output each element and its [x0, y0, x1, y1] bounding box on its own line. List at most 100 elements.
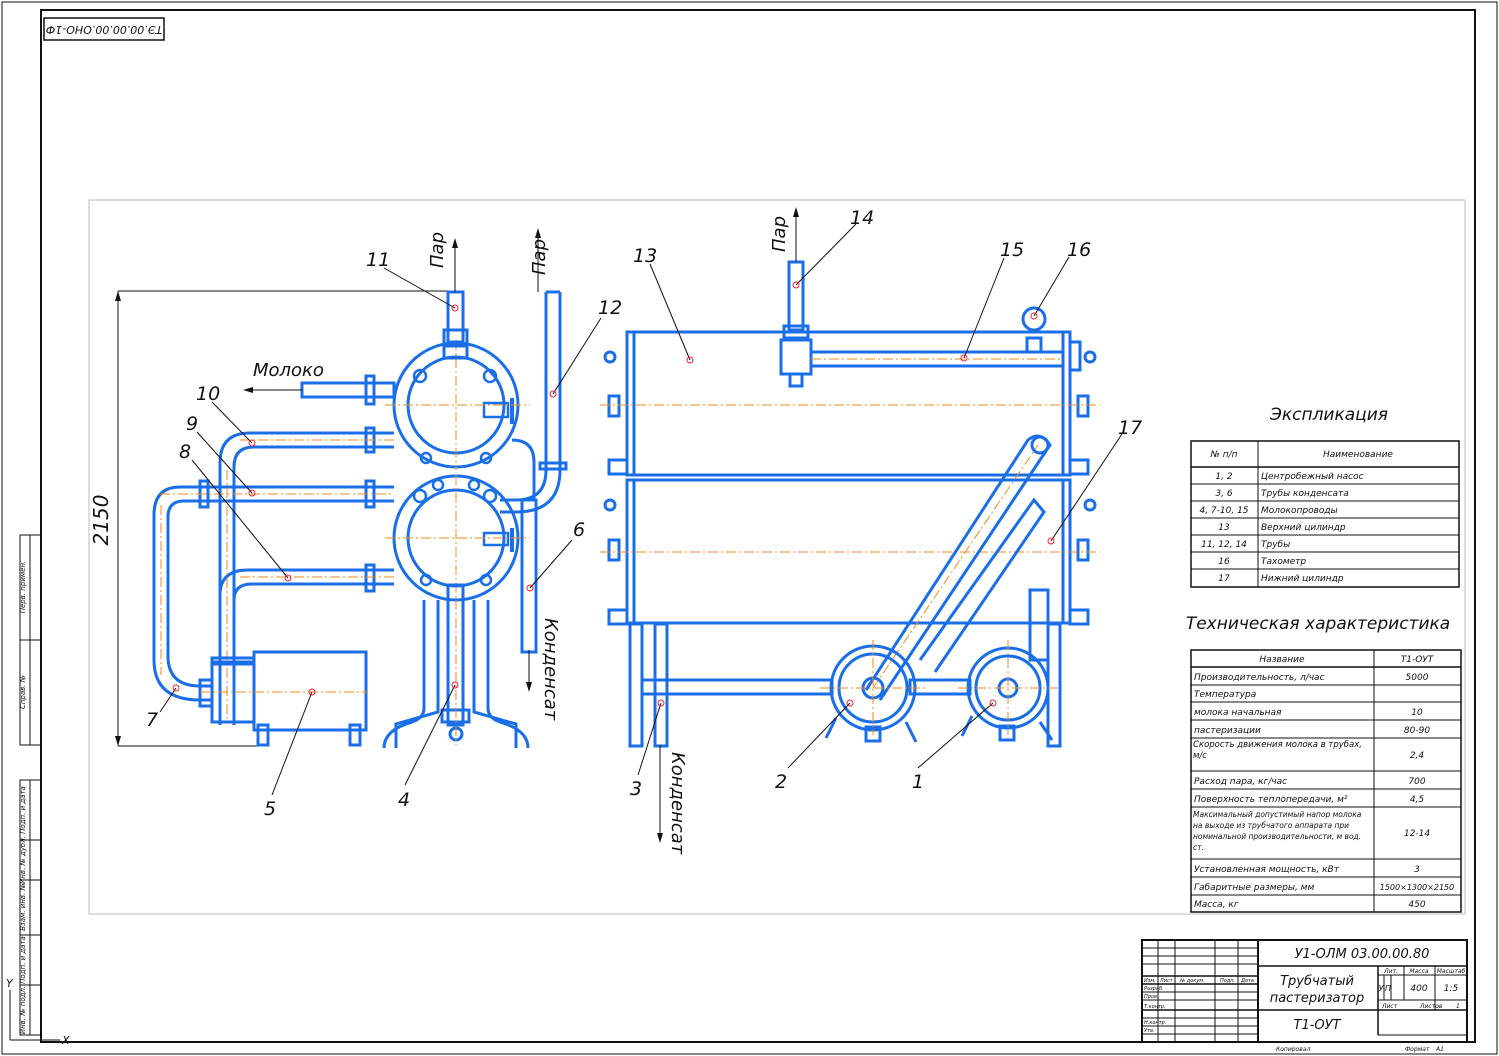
explication-cell: Трубы — [1261, 540, 1290, 550]
steam-label: Пар — [427, 232, 448, 268]
explication-title: Экспликация — [1269, 405, 1388, 425]
title-role: № докум. — [1179, 978, 1205, 984]
explication-table: Экспликация № п/п Наименование 1, 2 Цент… — [1190, 405, 1460, 588]
title-role: Подп. — [1220, 978, 1235, 984]
end-view: 2150 — [89, 228, 568, 749]
specs-cell: 5000 — [1406, 673, 1429, 683]
specs-cell: 1500×1300×2150 — [1380, 883, 1454, 892]
title-role: Лист — [1159, 978, 1174, 984]
explication-cell: 13 — [1218, 523, 1230, 533]
specs-cell: 4,5 — [1410, 795, 1425, 805]
callout-16: 16 — [1067, 239, 1091, 261]
title-header: Листов — [1419, 1003, 1443, 1010]
explication-cell: Тахометр — [1261, 557, 1306, 567]
title-value: 400 — [1410, 984, 1427, 994]
side-label: Подп. и дата — [19, 936, 27, 984]
specs-cell: Максимальный допустимый напор молока на … — [1193, 810, 1362, 852]
callout-15: 15 — [1000, 239, 1024, 261]
specs-cell: Масса, кг — [1194, 900, 1239, 910]
axis-y-label: Y — [6, 977, 14, 990]
explication-header: Наименование — [1323, 450, 1393, 460]
explication-cell: Трубы конденсата — [1261, 489, 1349, 499]
specs-cell: Производительность, л/час — [1194, 673, 1325, 683]
side-label: Подп. и дата — [19, 786, 27, 834]
specs-title: Техническая характеристика — [1186, 614, 1450, 634]
explication-cell: Нижний цилиндр — [1261, 574, 1344, 584]
milk-label: Молоко — [253, 360, 324, 381]
steam-label: Пар — [769, 216, 790, 252]
title-header: Масса — [1409, 968, 1428, 975]
callout-12: 12 — [598, 297, 622, 319]
explication-cell: 16 — [1218, 557, 1230, 567]
explication-cell: Центробежный насос — [1261, 472, 1364, 482]
title-header: Масштаб — [1437, 968, 1466, 975]
specs-cell: Установленная мощность, кВт — [1194, 865, 1340, 875]
specs-header: Т1-ОУТ — [1401, 655, 1435, 665]
callout-7: 7 — [146, 709, 158, 731]
drawing-code: У1-ОЛМ 03.00.00.80 — [1295, 947, 1430, 962]
title-role: Пров. — [1144, 994, 1159, 1000]
specs-table: Техническая характеристика Название Т1-О… — [1186, 614, 1462, 913]
title-block: Изм. Лист № докум. Подп. Дата Разраб. Пр… — [1141, 939, 1468, 1053]
title-footer: Копировал — [1276, 1046, 1310, 1053]
callout-13: 13 — [633, 245, 657, 267]
axis-x-label: X — [61, 1034, 70, 1047]
title-header: Лит. — [1383, 968, 1398, 975]
callout-5: 5 — [264, 798, 276, 820]
specs-cell: 10 — [1411, 708, 1423, 718]
title-value: 1 — [1456, 1003, 1460, 1010]
drawing-model: Т1-ОУТ — [1294, 1018, 1342, 1033]
title-role: Разраб. — [1144, 986, 1164, 992]
callout-8: 8 — [179, 441, 191, 463]
title-role: Утв. — [1144, 1028, 1155, 1034]
title-role: Дата — [1240, 978, 1254, 984]
explication-cell: 1, 2 — [1215, 472, 1232, 482]
title-role: Изм. — [1144, 978, 1156, 984]
explication-cell: 3, 6 — [1215, 489, 1232, 499]
title-value: 1:5 — [1444, 984, 1459, 994]
specs-cell: Температура — [1194, 690, 1256, 700]
callout-1: 1 — [912, 771, 924, 793]
side-label: Инв. № дубл. — [19, 836, 27, 884]
side-strip: Перв. примен. Справ. № Подп. и дата Инв.… — [19, 534, 42, 1036]
callout-3: 3 — [630, 778, 642, 800]
specs-cell: 3 — [1414, 865, 1420, 875]
explication-header: № п/п — [1209, 450, 1237, 460]
condensate-label: Конденсат — [667, 752, 688, 855]
explication-cell: 11, 12, 14 — [1201, 540, 1247, 550]
title-role: Н.контр. — [1144, 1020, 1166, 1026]
side-view — [600, 207, 1100, 843]
side-label: Справ. № — [19, 675, 27, 709]
specs-cell-wrap: Скорость движения молока в трубах, м/с — [1193, 740, 1362, 761]
callout-14: 14 — [850, 207, 874, 229]
title-role: Т.контр. — [1144, 1004, 1166, 1010]
specs-cell: Габаритные размеры, мм — [1194, 883, 1314, 893]
specs-cell: 12-14 — [1404, 829, 1430, 839]
specs-cell: Расход пара, кг/час — [1194, 777, 1287, 787]
callout-10: 10 — [196, 383, 220, 405]
callout-6: 6 — [573, 519, 585, 541]
title-footer: Формат — [1405, 1046, 1430, 1053]
specs-cell: 450 — [1408, 900, 1425, 910]
dimension-text: 2150 — [89, 495, 113, 546]
stamp-text: ТЭ.00.00.00.ОНО-1Ф — [46, 23, 162, 36]
callout-11: 11 — [366, 249, 390, 271]
callout-2: 2 — [775, 771, 787, 793]
explication-cell: 17 — [1218, 574, 1230, 584]
rotated-stamp: ТЭ.00.00.00.ОНО-1Ф — [43, 17, 165, 41]
side-label: Инв. № подл. — [19, 986, 27, 1034]
side-label: Перв. примен. — [19, 561, 27, 614]
title-value: П — [1385, 984, 1391, 993]
callout-17: 17 — [1118, 417, 1142, 439]
drawing-name: пастеризатор — [1270, 991, 1365, 1006]
specs-cell: 700 — [1408, 777, 1425, 787]
specs-cell: Скорость движения молока в трубах, м/с — [1193, 740, 1362, 761]
title-header: Лист — [1381, 1003, 1398, 1010]
explication-cell: Молокопроводы — [1261, 506, 1338, 516]
specs-cell: пастеризации — [1194, 726, 1261, 736]
specs-cell: 2,4 — [1410, 751, 1425, 761]
specs-cell: молока начальная — [1194, 708, 1282, 718]
explication-cell: 4, 7-10, 15 — [1199, 506, 1248, 516]
specs-cell: 80-90 — [1404, 726, 1430, 736]
drawing-name: Трубчатый — [1280, 974, 1354, 989]
